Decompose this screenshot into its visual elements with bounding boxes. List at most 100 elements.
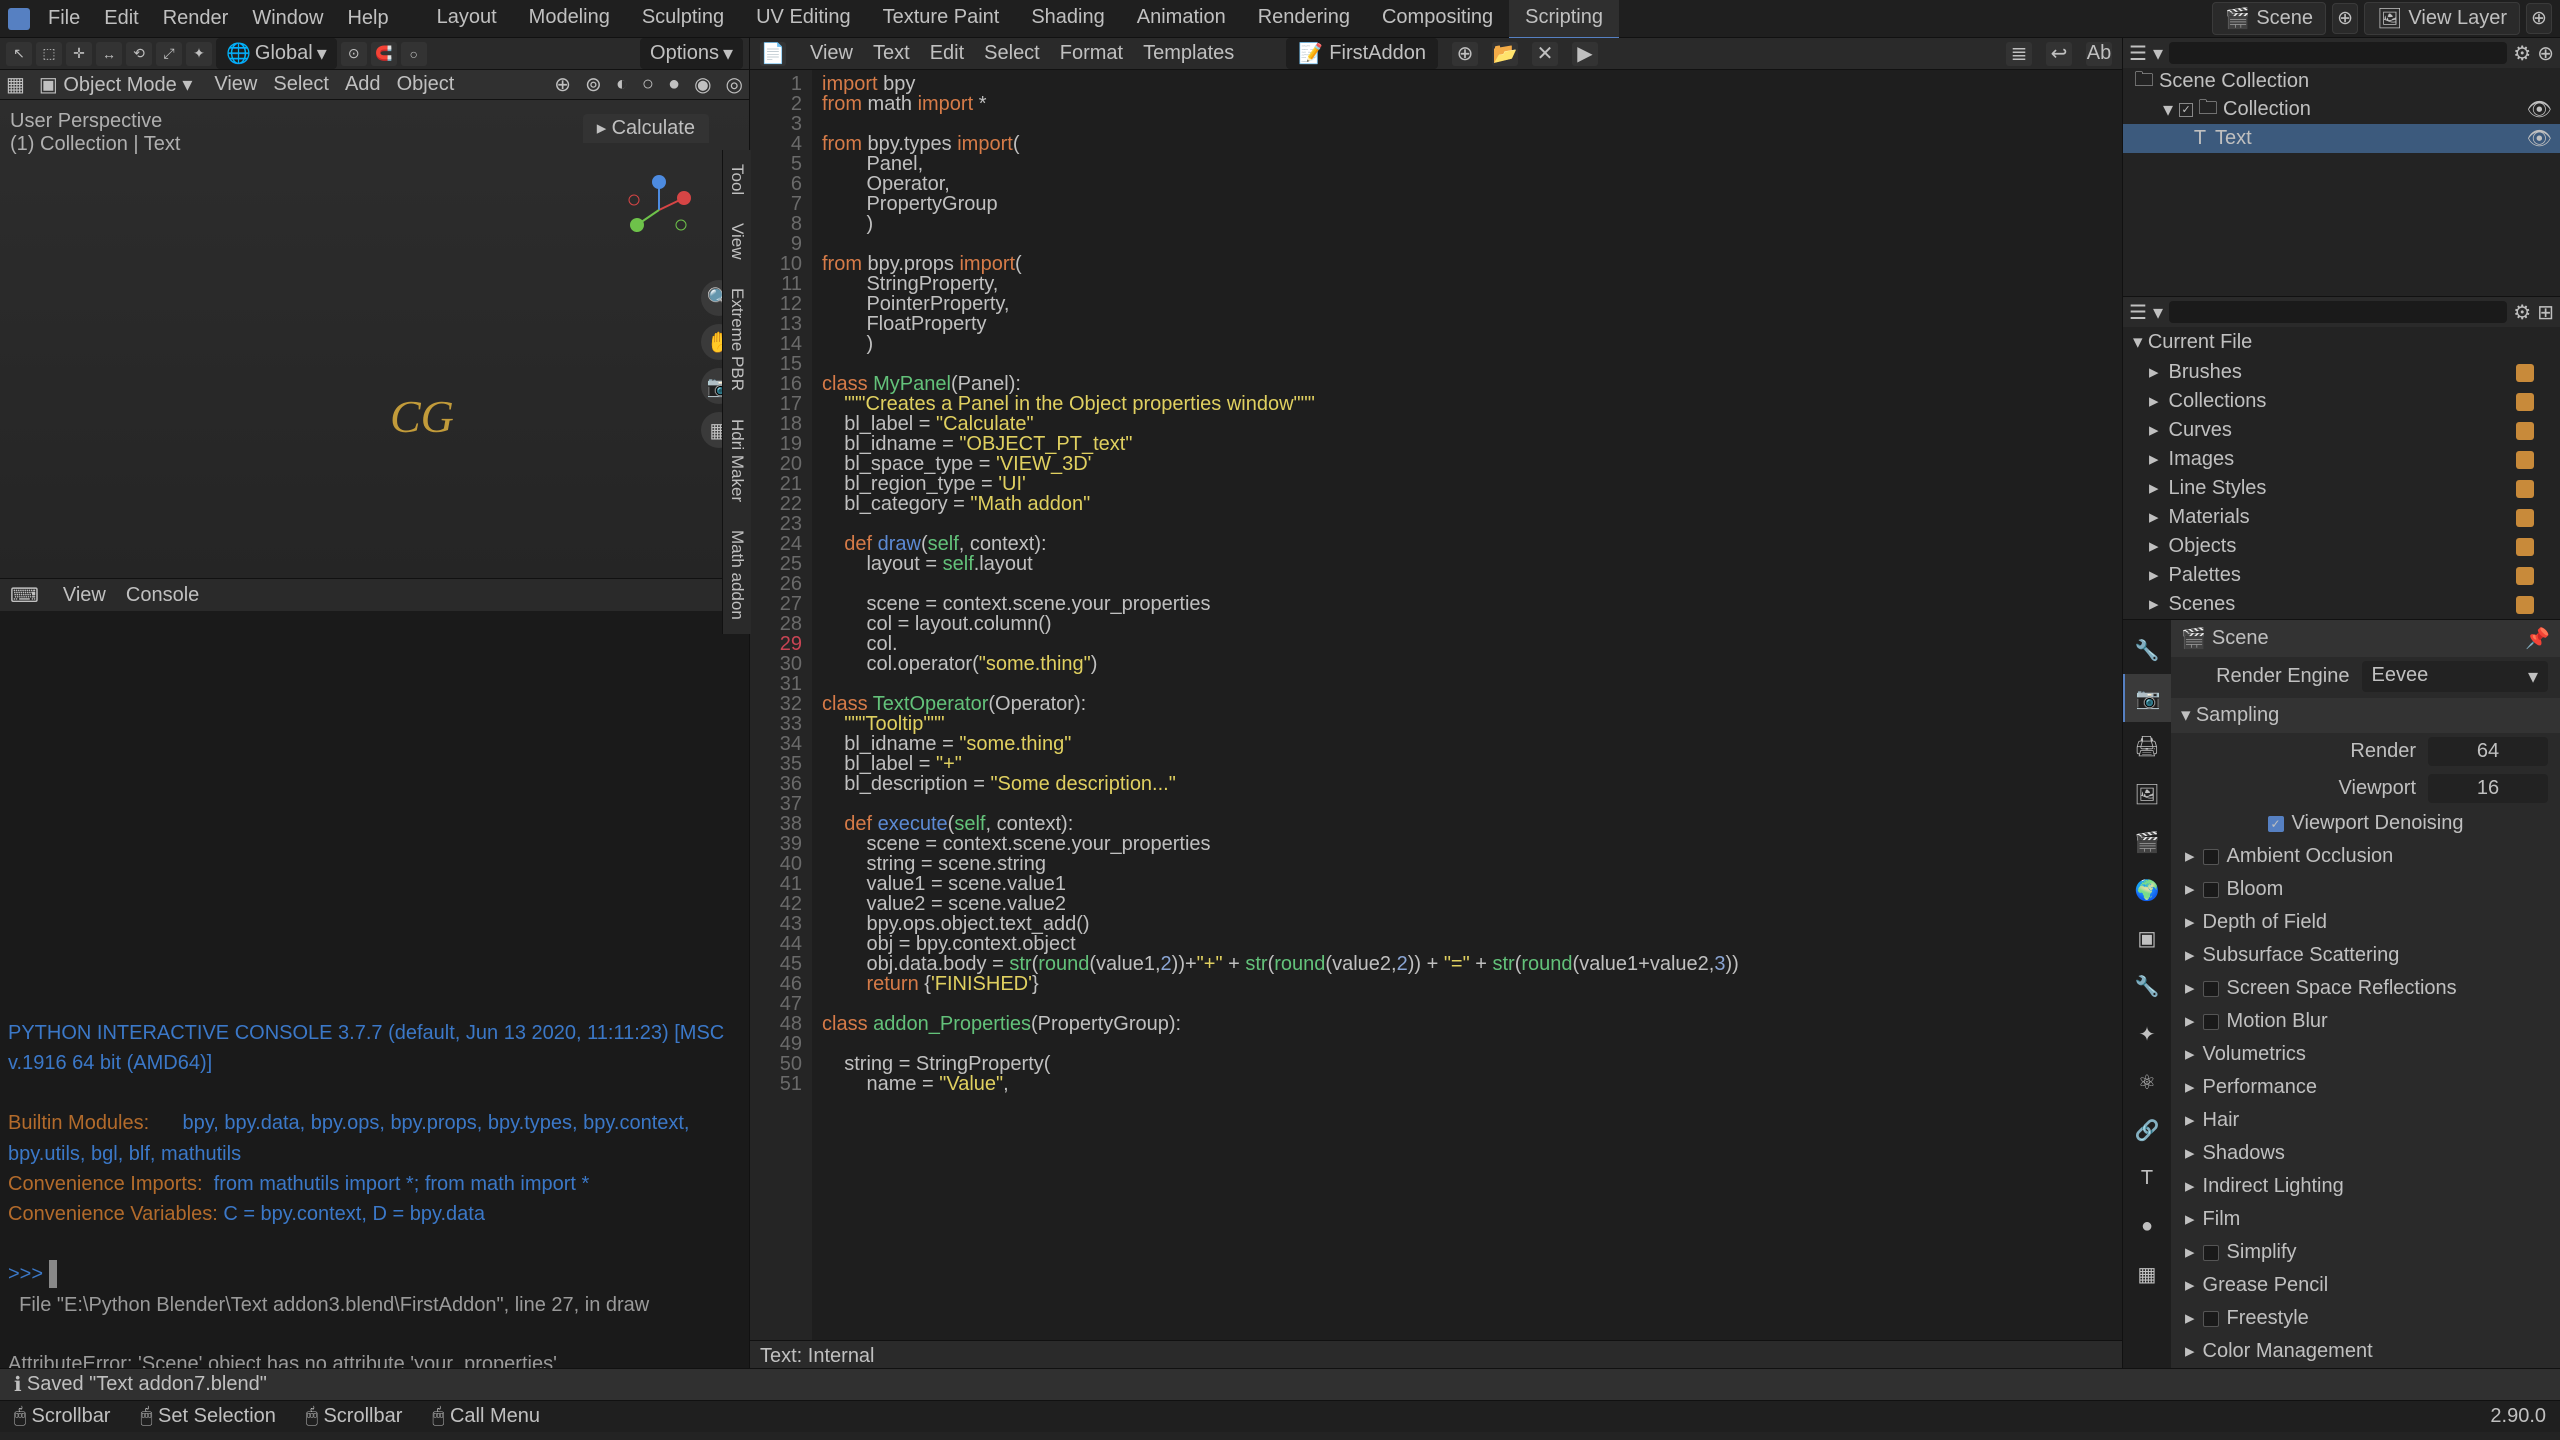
pivot-icon[interactable]: ⊙ bbox=[341, 42, 367, 66]
te-menu-select[interactable]: Select bbox=[974, 42, 1050, 64]
prop-section-subsurface-scattering[interactable]: ▸ Subsurface Scattering bbox=[2171, 939, 2560, 972]
npanel-tab-math-addon[interactable]: Math addon bbox=[722, 516, 751, 634]
pin-icon[interactable]: 📌 bbox=[2525, 626, 2550, 651]
prop-section-indirect-lighting[interactable]: ▸ Indirect Lighting bbox=[2171, 1170, 2560, 1203]
object-tab-icon[interactable]: ▣ bbox=[2123, 914, 2171, 962]
wire-shading-icon[interactable]: ○ bbox=[642, 73, 654, 96]
cursor3d-icon[interactable]: ✛ bbox=[66, 42, 92, 66]
menu-help[interactable]: Help bbox=[335, 7, 400, 29]
new-collection-icon[interactable]: ⊕ bbox=[2537, 41, 2554, 66]
collection-checkbox[interactable]: ✓ bbox=[2179, 103, 2193, 117]
workspace-shading[interactable]: Shading bbox=[1015, 0, 1120, 39]
prop-section-screen-space-reflections[interactable]: ▸ Screen Space Reflections bbox=[2171, 972, 2560, 1005]
prop-section-depth-of-field[interactable]: ▸ Depth of Field bbox=[2171, 906, 2560, 939]
npanel-tab-view[interactable]: View bbox=[722, 209, 751, 274]
filter-icon[interactable]: ⚙ bbox=[2513, 41, 2531, 66]
prop-section-color-management[interactable]: ▸ Color Management bbox=[2171, 1335, 2560, 1368]
npanel-tab-hdri-maker[interactable]: Hdri Maker bbox=[722, 405, 751, 516]
text-object[interactable]: CG bbox=[390, 390, 454, 443]
workspace-modeling[interactable]: Modeling bbox=[513, 0, 626, 39]
blender-logo-icon[interactable] bbox=[8, 8, 30, 30]
npanel-tab[interactable]: ▸ Calculate bbox=[583, 114, 709, 143]
menu-render[interactable]: Render bbox=[151, 7, 241, 29]
prop-section-ambient-occlusion[interactable]: ▸ Ambient Occlusion bbox=[2171, 840, 2560, 873]
npanel-tab-tool[interactable]: Tool bbox=[722, 150, 751, 209]
modifier-tab-icon[interactable]: 🔧 bbox=[2123, 962, 2171, 1010]
data-cat-scenes[interactable]: ▸ Scenes bbox=[2123, 590, 2560, 619]
scene-tab-icon[interactable]: 🎬 bbox=[2123, 818, 2171, 866]
rotate-tool-icon[interactable]: ⟲ bbox=[126, 42, 152, 66]
text-open-icon[interactable]: 📂 bbox=[1492, 42, 1518, 66]
text-unlink-icon[interactable]: ✕ bbox=[1532, 42, 1558, 66]
workspace-compositing[interactable]: Compositing bbox=[1366, 0, 1509, 39]
outliner-collection[interactable]: ▾ ✓ 🗀 Collection 👁 bbox=[2123, 95, 2560, 124]
code-content[interactable]: import bpyfrom math import * from bpy.ty… bbox=[812, 70, 2122, 1340]
data-cat-collections[interactable]: ▸ Collections bbox=[2123, 387, 2560, 416]
data-cat-palettes[interactable]: ▸ Palettes bbox=[2123, 561, 2560, 590]
prop-section-grease-pencil[interactable]: ▸ Grease Pencil bbox=[2171, 1269, 2560, 1302]
editor-type-icon[interactable]: ☰ bbox=[2129, 41, 2147, 66]
eye-icon[interactable]: 👁 bbox=[2527, 126, 2552, 151]
select-tool-icon[interactable]: ⬚ bbox=[36, 42, 62, 66]
console-menu-view[interactable]: View bbox=[53, 584, 116, 606]
viewport-samples-input[interactable]: 16 bbox=[2428, 774, 2548, 803]
editor-type-icon[interactable]: ⌨ bbox=[10, 583, 39, 608]
world-tab-icon[interactable]: 🌍 bbox=[2123, 866, 2171, 914]
viewlayer-tab-icon[interactable]: 🖼 bbox=[2123, 770, 2171, 818]
prop-section-film[interactable]: ▸ Film bbox=[2171, 1203, 2560, 1236]
workspace-sculpting[interactable]: Sculpting bbox=[626, 0, 740, 39]
data-cat-images[interactable]: ▸ Images bbox=[2123, 445, 2560, 474]
run-script-icon[interactable]: ▶ bbox=[1572, 42, 1598, 66]
text-datablock[interactable]: 📝 FirstAddon bbox=[1286, 38, 1438, 69]
data-cat-line-styles[interactable]: ▸ Line Styles bbox=[2123, 474, 2560, 503]
sampling-header[interactable]: ▾ Sampling bbox=[2171, 698, 2560, 733]
npanel-tab-extreme-pbr[interactable]: Extreme PBR bbox=[722, 274, 751, 405]
outliner-search[interactable] bbox=[2169, 42, 2507, 64]
workspace-uv-editing[interactable]: UV Editing bbox=[740, 0, 867, 39]
prop-section-performance[interactable]: ▸ Performance bbox=[2171, 1071, 2560, 1104]
render-engine-dropdown[interactable]: Eevee ▾ bbox=[2362, 661, 2549, 692]
outliner-root[interactable]: 🗀Scene Collection bbox=[2123, 68, 2560, 95]
scene-new-button[interactable]: ⊕ bbox=[2332, 3, 2358, 34]
viewport-menu-view[interactable]: View bbox=[206, 73, 265, 95]
console-menu-console[interactable]: Console bbox=[116, 584, 209, 606]
mode-dropdown[interactable]: ▣ Object Mode ▾ bbox=[39, 72, 192, 97]
transform-tool-icon[interactable]: ✦ bbox=[186, 42, 212, 66]
scene-selector[interactable]: 🎬 Scene bbox=[2212, 2, 2326, 35]
viewport-3d[interactable]: User Perspective (1) Collection | Text ▸… bbox=[0, 100, 749, 578]
prop-section-freestyle[interactable]: ▸ Freestyle bbox=[2171, 1302, 2560, 1335]
line-numbers-icon[interactable]: ≣ bbox=[2006, 42, 2032, 66]
menu-edit[interactable]: Edit bbox=[92, 7, 150, 29]
editor-type-icon[interactable]: 📄 bbox=[760, 42, 786, 66]
prop-section-motion-blur[interactable]: ▸ Motion Blur bbox=[2171, 1005, 2560, 1038]
te-menu-edit[interactable]: Edit bbox=[920, 42, 974, 64]
filter-icon[interactable]: ⚙ bbox=[2513, 300, 2531, 325]
material-tab-icon[interactable]: ● bbox=[2123, 1202, 2171, 1250]
particle-tab-icon[interactable]: ✦ bbox=[2123, 1010, 2171, 1058]
orientation-dropdown[interactable]: 🌐 Global ▾ bbox=[216, 38, 337, 69]
editor-type-icon[interactable]: ▦ bbox=[6, 72, 25, 97]
menu-file[interactable]: File bbox=[36, 7, 92, 29]
viewport-menu-object[interactable]: Object bbox=[389, 73, 463, 95]
data-cat-materials[interactable]: ▸ Materials bbox=[2123, 503, 2560, 532]
prop-section-bloom[interactable]: ▸ Bloom bbox=[2171, 873, 2560, 906]
workspace-animation[interactable]: Animation bbox=[1121, 0, 1242, 39]
syntax-highlight-icon[interactable]: Ab bbox=[2086, 42, 2112, 66]
data-search[interactable] bbox=[2169, 301, 2507, 323]
workspace-layout[interactable]: Layout bbox=[421, 0, 513, 39]
prop-section-hair[interactable]: ▸ Hair bbox=[2171, 1104, 2560, 1137]
cursor-tool-icon[interactable]: ↖ bbox=[6, 42, 32, 66]
display-mode-icon[interactable]: ▾ bbox=[2153, 300, 2163, 325]
proportional-icon[interactable]: ○ bbox=[401, 42, 427, 66]
te-menu-text[interactable]: Text bbox=[863, 42, 920, 64]
physics-tab-icon[interactable]: ⚛ bbox=[2123, 1058, 2171, 1106]
prop-section-volumetrics[interactable]: ▸ Volumetrics bbox=[2171, 1038, 2560, 1071]
prop-section-simplify[interactable]: ▸ Simplify bbox=[2171, 1236, 2560, 1269]
workspace-scripting[interactable]: Scripting bbox=[1509, 0, 1619, 39]
denoising-checkbox[interactable]: ✓ bbox=[2268, 816, 2284, 832]
properties-breadcrumb[interactable]: 🎬 Scene 📌 bbox=[2171, 620, 2560, 657]
nav-gizmo[interactable] bbox=[619, 170, 699, 250]
prop-section-shadows[interactable]: ▸ Shadows bbox=[2171, 1137, 2560, 1170]
overlay-toggle-icon[interactable]: ⊚ bbox=[585, 72, 602, 97]
word-wrap-icon[interactable]: ↩ bbox=[2046, 42, 2072, 66]
